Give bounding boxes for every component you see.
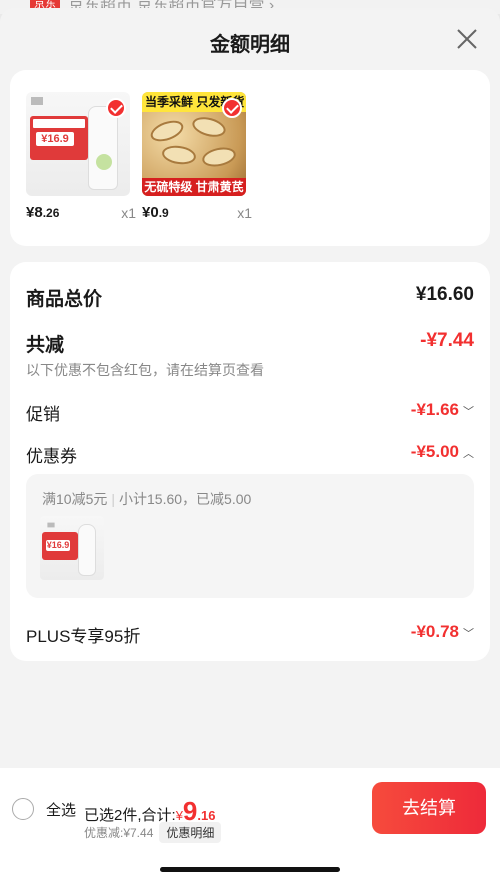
product-item[interactable]: ¥16.9 ¥8.26 x1	[26, 92, 136, 221]
promo-row[interactable]: 促销 -¥1.66 ﹀	[26, 400, 474, 425]
product-price: ¥0.9	[142, 204, 169, 221]
total-row: 商品总价 ¥16.60	[26, 284, 474, 311]
plus-label: PLUS专享95折	[26, 627, 141, 646]
chevron-down-icon: ﹀	[463, 628, 474, 640]
amount-detail-sheet: 金额明细 ¥16.9 ¥8.26 x1 当季采鲜 只发新货 无硫特级 甘肃黄芪 …	[0, 8, 500, 874]
reduce-note: 以下优惠不包含红包，请在结算页查看	[26, 362, 264, 378]
product-qty: x1	[237, 205, 252, 221]
checkout-button[interactable]: 去结算	[372, 782, 486, 834]
chevron-down-icon: ﹀	[463, 406, 474, 418]
product-price: ¥8.26	[26, 204, 60, 221]
close-icon[interactable]	[456, 28, 478, 50]
select-all-label[interactable]: 全选	[46, 799, 76, 820]
sheet-title: 金额明细	[210, 34, 290, 56]
product-item[interactable]: 当季采鲜 只发新货 无硫特级 甘肃黄芪 ¥0.9 x1	[142, 92, 252, 221]
discount-info: 优惠减:¥7.44 优惠明细	[84, 822, 222, 843]
total-label: 商品总价	[26, 289, 103, 310]
plus-row[interactable]: PLUS专享95折 -¥0.78 ﹀	[26, 622, 474, 647]
reduce-label: 共减	[26, 335, 65, 356]
coupon-product-image: ¥16.9	[40, 516, 104, 580]
coupon-info: 满10减5元 | 小计15.60，已减5.00	[42, 491, 252, 507]
reduce-row: 共减 -¥7.44	[26, 330, 474, 357]
coupon-detail-box: 满10减5元 | 小计15.60，已减5.00 ¥16.9	[26, 474, 474, 598]
coupon-row[interactable]: 优惠券 -¥5.00 ︿	[26, 442, 474, 467]
selected-check-icon	[222, 98, 242, 118]
selected-check-icon	[106, 98, 126, 118]
promo-label: 促销	[26, 405, 60, 424]
plus-value-wrap: -¥0.78 ﹀	[410, 622, 474, 641]
select-all-radio[interactable]	[12, 798, 34, 820]
reduce-value: -¥7.44	[420, 330, 474, 351]
checkout-bar: 全选 已选2件,合计:¥9.16 优惠减:¥7.44 优惠明细 去结算	[0, 768, 500, 874]
coupon-value-wrap: -¥5.00 ︿	[410, 442, 474, 461]
home-indicator	[160, 867, 340, 872]
coupon-label: 优惠券	[26, 447, 77, 466]
total-value: ¥16.60	[415, 284, 474, 305]
product-image-bodywash: ¥16.9	[26, 92, 130, 196]
discount-detail-button[interactable]: 优惠明细	[159, 822, 222, 843]
promo-value-wrap: -¥1.66 ﹀	[410, 400, 474, 419]
product-image-astragalus: 当季采鲜 只发新货 无硫特级 甘肃黄芪	[142, 92, 246, 196]
product-card: ¥16.9 ¥8.26 x1 当季采鲜 只发新货 无硫特级 甘肃黄芪 ¥0.9 …	[10, 70, 490, 246]
price-summary-card: 商品总价 ¥16.60 共减 -¥7.44 以下优惠不包含红包，请在结算页查看 …	[10, 262, 490, 661]
discount-text: 优惠减:¥7.44	[84, 826, 154, 840]
product-qty: x1	[121, 205, 136, 221]
chevron-up-icon: ︿	[463, 448, 474, 460]
